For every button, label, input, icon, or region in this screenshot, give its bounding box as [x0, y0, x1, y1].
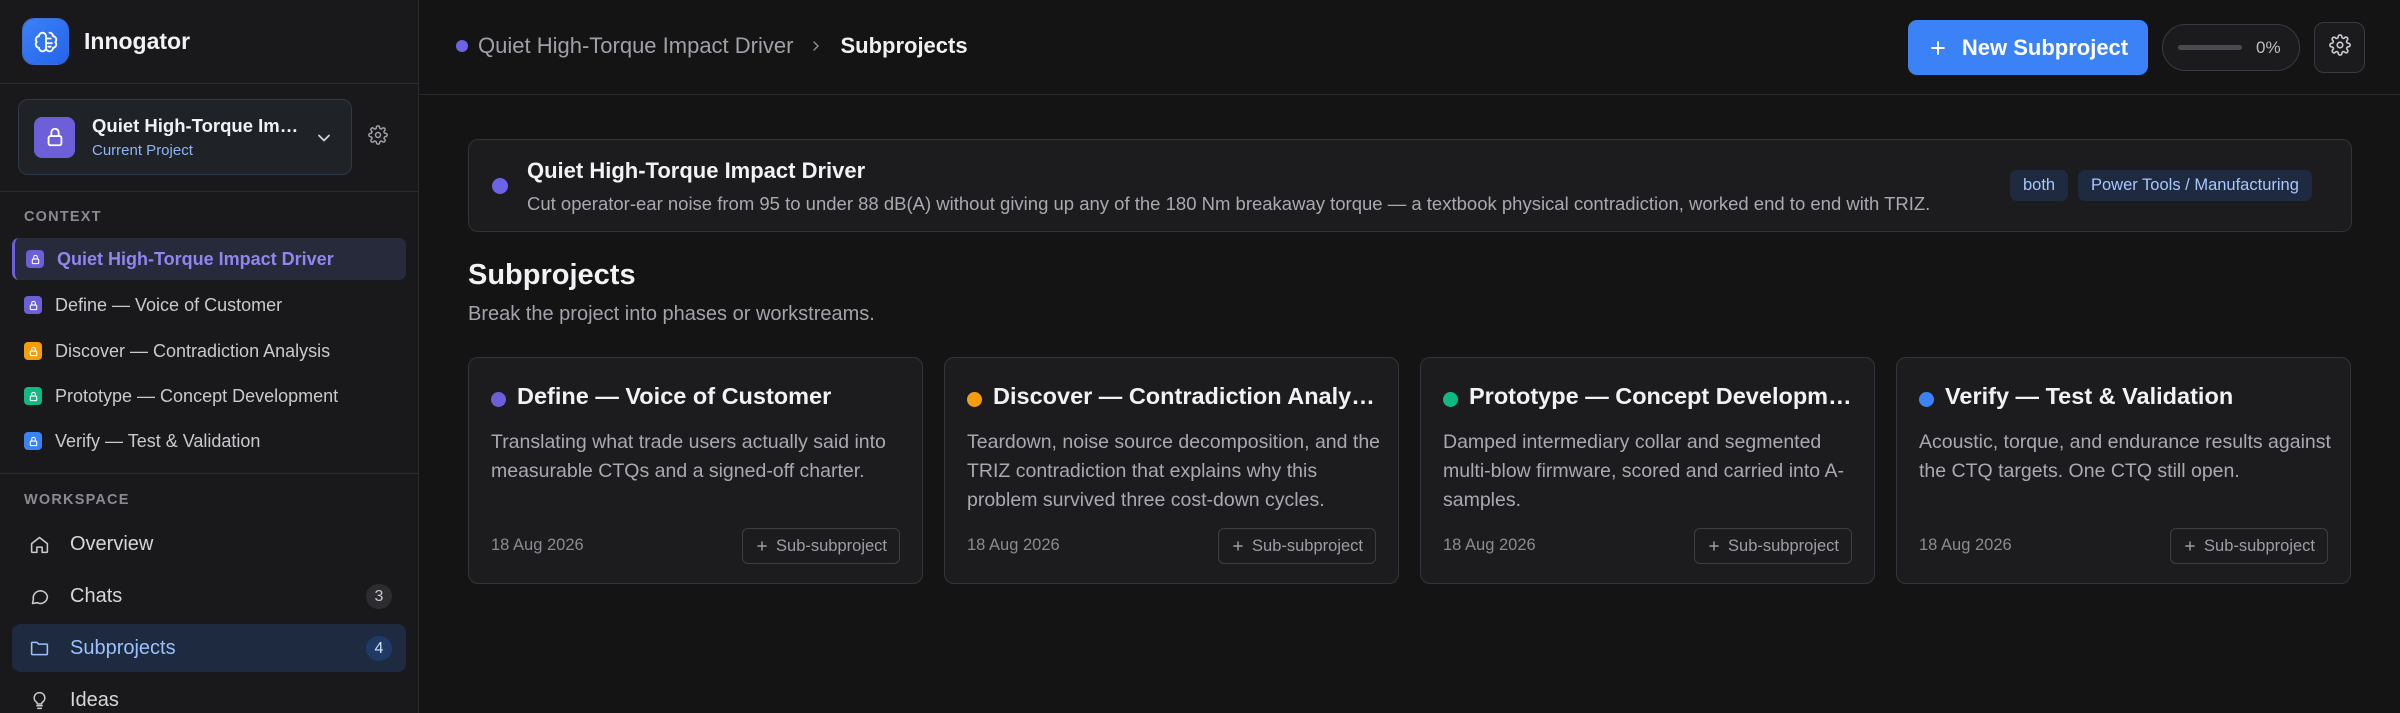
- current-project-name: Quiet High-Torque Impact Driver: [92, 115, 307, 136]
- new-subproject-label: New Subproject: [1961, 34, 2129, 60]
- plus-icon: [755, 539, 769, 553]
- context-item-define[interactable]: Define — Voice of Customer: [12, 284, 406, 326]
- chevron-right-icon: [808, 38, 824, 54]
- app-name: Innogator: [84, 28, 191, 54]
- subproject-card-discover[interactable]: Discover — Contradiction Analysis Teardo…: [944, 357, 1399, 584]
- project-title: Quiet High-Torque Impact Driver: [527, 158, 866, 183]
- section-subtitle: Break the project into phases or workstr…: [468, 303, 875, 325]
- project-color-dot: [456, 40, 468, 52]
- nav-item-label: Overview: [70, 532, 154, 555]
- add-sub-subproject-button[interactable]: Sub-subproject: [1694, 528, 1852, 564]
- subproject-color-dot: [491, 392, 506, 407]
- subproject-title: Define — Voice of Customer: [517, 383, 832, 409]
- context-item-label: Define — Voice of Customer: [55, 294, 283, 315]
- project-progress: 0%: [2162, 24, 2300, 71]
- chat-icon: [28, 585, 50, 607]
- folder-icon: [28, 637, 50, 659]
- context-item-label: Prototype — Concept Development: [55, 385, 339, 406]
- subproject-title: Prototype — Concept Development: [1469, 383, 1859, 409]
- context-item-label: Discover — Contradiction Analysis: [55, 340, 331, 361]
- divider: [0, 473, 419, 474]
- project-description: Cut operator-ear noise from 95 to under …: [527, 193, 1931, 214]
- nav-item-label: Chats: [70, 584, 123, 607]
- sub-subproject-label: Sub-subproject: [776, 536, 887, 555]
- plus-icon: [1928, 38, 1948, 58]
- add-sub-subproject-button[interactable]: Sub-subproject: [742, 528, 900, 564]
- badge-industry: Power Tools / Manufacturing: [2078, 170, 2312, 201]
- project-summary-card[interactable]: Quiet High-Torque Impact Driver Cut oper…: [468, 139, 2352, 232]
- top-header: Quiet High-Torque Impact Driver Subproje…: [420, 0, 2400, 95]
- subprojects-count-badge: 4: [366, 636, 392, 661]
- context-section-label: CONTEXT: [24, 209, 102, 225]
- nav-item-label: Ideas: [70, 688, 119, 711]
- context-item-verify[interactable]: Verify — Test & Validation: [12, 420, 406, 462]
- lock-icon: [24, 342, 42, 360]
- sub-subproject-label: Sub-subproject: [1728, 536, 1839, 555]
- lock-icon: [26, 250, 44, 268]
- subproject-card-prototype[interactable]: Prototype — Concept Development Damped i…: [1420, 357, 1875, 584]
- chats-count-badge: 3: [366, 584, 392, 609]
- subproject-description: Acoustic, torque, and endurance results …: [1919, 431, 2331, 482]
- context-item-discover[interactable]: Discover — Contradiction Analysis: [12, 330, 406, 372]
- context-item-label: Verify — Test & Validation: [55, 430, 261, 451]
- progress-percent: 0%: [2256, 37, 2281, 57]
- plus-icon: [1231, 539, 1245, 553]
- project-settings-gear-icon[interactable]: [368, 125, 388, 150]
- subproject-date: 18 Aug 2026: [491, 536, 584, 554]
- nav-item-label: Subprojects: [70, 636, 176, 659]
- divider: [0, 83, 419, 84]
- subproject-color-dot: [1919, 392, 1934, 407]
- brain-logo-icon: [23, 19, 68, 64]
- lightbulb-icon: [28, 689, 50, 711]
- context-item-project[interactable]: Quiet High-Torque Impact Driver: [12, 238, 406, 280]
- subproject-date: 18 Aug 2026: [1919, 536, 2012, 554]
- subproject-color-dot: [1443, 392, 1458, 407]
- badge-type: both: [2010, 170, 2069, 201]
- progress-track: [2178, 45, 2242, 50]
- lock-icon: [24, 432, 42, 450]
- subproject-date: 18 Aug 2026: [1443, 536, 1536, 554]
- chevron-down-icon: [314, 128, 334, 153]
- workspace-section-label: WORKSPACE: [24, 492, 130, 508]
- add-sub-subproject-button[interactable]: Sub-subproject: [2170, 528, 2328, 564]
- sub-subproject-label: Sub-subproject: [1252, 536, 1363, 555]
- nav-item-overview[interactable]: Overview: [12, 520, 406, 568]
- breadcrumb-current: Subprojects: [840, 33, 968, 58]
- lock-icon: [24, 387, 42, 405]
- nav-item-subprojects[interactable]: Subprojects 4: [12, 624, 406, 672]
- subproject-title: Verify — Test & Validation: [1945, 383, 2234, 409]
- project-switcher[interactable]: Quiet High-Torque Impact Driver Current …: [18, 99, 352, 175]
- subproject-card-verify[interactable]: Verify — Test & Validation Acoustic, tor…: [1896, 357, 2351, 584]
- plus-icon: [1707, 539, 1721, 553]
- breadcrumb: Quiet High-Torque Impact Driver Subproje…: [456, 33, 968, 59]
- current-project-label: Current Project: [92, 142, 193, 159]
- lock-icon: [24, 296, 42, 314]
- project-color-dot: [492, 178, 508, 194]
- add-sub-subproject-button[interactable]: Sub-subproject: [1218, 528, 1376, 564]
- new-subproject-button[interactable]: New Subproject: [1908, 20, 2148, 75]
- subproject-card-define[interactable]: Define — Voice of Customer Translating w…: [468, 357, 923, 584]
- subproject-description: Teardown, noise source decomposition, an…: [967, 431, 1381, 511]
- sidebar: Innogator Quiet High-Torque Impact Drive…: [0, 0, 419, 713]
- context-item-label: Quiet High-Torque Impact Driver: [57, 248, 334, 269]
- subproject-description: Damped intermediary collar and segmented…: [1443, 431, 1844, 511]
- subproject-description: Translating what trade users actually sa…: [491, 431, 886, 482]
- settings-button[interactable]: [2314, 22, 2365, 73]
- plus-icon: [2183, 539, 2197, 553]
- lock-icon: [34, 116, 75, 158]
- subproject-date: 18 Aug 2026: [967, 536, 1060, 554]
- home-icon: [28, 533, 50, 555]
- brand[interactable]: Innogator: [23, 18, 190, 65]
- subproject-color-dot: [967, 392, 982, 407]
- context-item-prototype[interactable]: Prototype — Concept Development: [12, 375, 406, 417]
- nav-item-chats[interactable]: Chats 3: [12, 572, 406, 620]
- divider: [0, 191, 419, 192]
- subproject-title: Discover — Contradiction Analysis: [993, 383, 1383, 409]
- nav-item-ideas[interactable]: Ideas: [12, 676, 406, 713]
- gear-icon: [2328, 34, 2351, 61]
- section-title: Subprojects: [468, 259, 636, 291]
- breadcrumb-project-link[interactable]: Quiet High-Torque Impact Driver: [478, 33, 793, 59]
- sub-subproject-label: Sub-subproject: [2204, 536, 2315, 555]
